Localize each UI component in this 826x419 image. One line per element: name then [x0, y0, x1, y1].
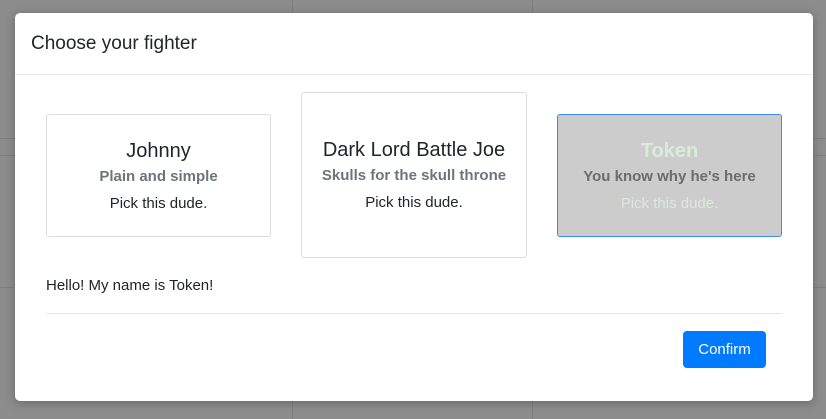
fighter-card-dark-lord-battle-joe[interactable]: Dark Lord Battle Joe Skulls for the skul…	[301, 92, 527, 258]
card-subtitle: Skulls for the skull throne	[321, 167, 507, 184]
fighter-card-token[interactable]: Token You know why he's here Pick this d…	[557, 114, 782, 237]
card-action: Pick this dude.	[365, 194, 463, 211]
card-subtitle: You know why he's here	[583, 167, 756, 185]
card-title: Dark Lord Battle Joe	[322, 139, 506, 161]
modal-header: Choose your fighter	[15, 13, 813, 75]
card-action: Pick this dude.	[109, 194, 208, 212]
card-subtitle: Plain and simple	[99, 167, 218, 185]
card-action: Pick this dude.	[620, 194, 719, 212]
confirm-button[interactable]: Confirm	[683, 331, 766, 368]
fighter-card-johnny[interactable]: Johnny Plain and simple Pick this dude.	[46, 114, 271, 237]
fighter-modal: Choose your fighter Johnny Plain and sim…	[15, 13, 813, 401]
card-title: Johnny	[126, 139, 191, 162]
modal-body: Johnny Plain and simple Pick this dude. …	[15, 75, 813, 325]
card-title: Token	[640, 139, 699, 162]
selection-message: Hello! My name is Token!	[46, 277, 214, 294]
divider	[46, 313, 782, 314]
modal-title: Choose your fighter	[31, 32, 197, 54]
